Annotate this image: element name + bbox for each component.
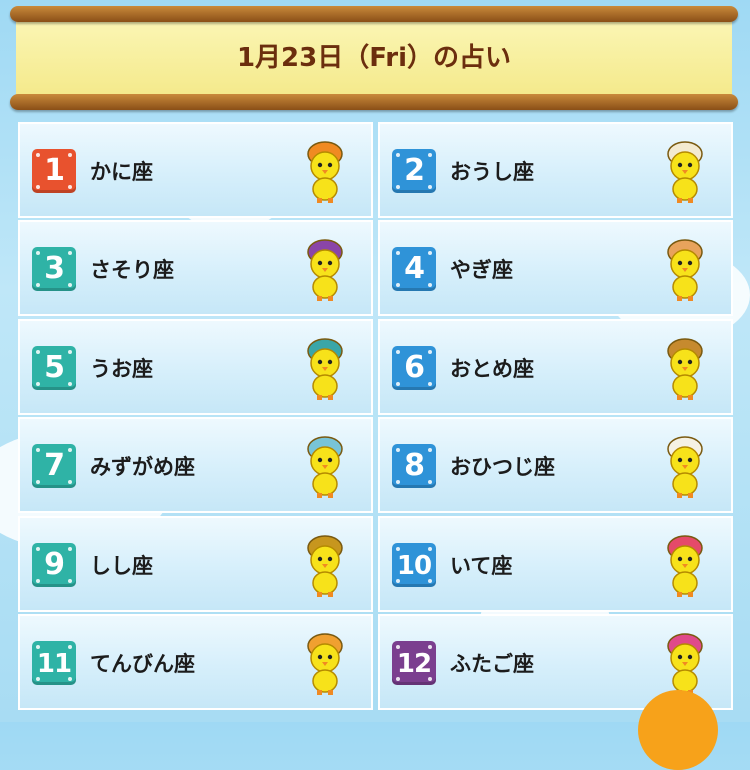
- zodiac-cell[interactable]: 11 てんびん座: [18, 613, 373, 710]
- rank-badge: 4: [392, 247, 436, 292]
- zodiac-name: おとめ座: [450, 356, 534, 381]
- rank-number: 1: [44, 153, 65, 188]
- zodiac-name: やぎ座: [450, 258, 513, 283]
- rank-badge: 9: [32, 542, 76, 587]
- scorpion-chick-icon: [307, 239, 343, 302]
- zodiac-cell[interactable]: 10 いて座: [378, 515, 733, 612]
- bull-chick-icon: [667, 141, 703, 203]
- rank-number: 3: [44, 251, 65, 287]
- rank-number: 11: [36, 648, 72, 679]
- archer-chick-icon: [667, 534, 703, 597]
- zodiac-cell[interactable]: 3 さそり座: [18, 220, 373, 317]
- lion-chick-icon: [307, 534, 343, 597]
- rank-badge: 1: [32, 149, 76, 193]
- libra-chick-icon: [307, 633, 343, 695]
- crab-chick-icon: [307, 141, 343, 203]
- zodiac-name: うお座: [90, 356, 153, 381]
- rank-badge: 8: [392, 444, 436, 489]
- rank-badge: 6: [392, 345, 436, 390]
- rank-number: 8: [404, 448, 425, 484]
- zodiac-name: かに座: [90, 160, 153, 184]
- rank-number: 7: [44, 448, 65, 484]
- rank-badge: 12: [392, 640, 436, 685]
- zodiac-cell[interactable]: 9 しし座: [18, 515, 373, 612]
- goat-chick-icon: [667, 239, 703, 302]
- zodiac-name: さそり座: [90, 258, 174, 283]
- zodiac-cell[interactable]: 8 おひつじ座: [378, 417, 733, 514]
- rank-badge: 11: [32, 640, 76, 685]
- twins-chick-icon: [667, 633, 703, 695]
- rank-badge: 10: [392, 542, 436, 587]
- rank-number: 6: [404, 349, 425, 385]
- rank-number: 2: [404, 153, 425, 188]
- zodiac-ranking-grid: 1 かに座 2 おうし座 3 さそり座 4 やぎ座 5 うお座 6 おとめ座 7 みずがめ座 8 おひつじ座 9…: [18, 122, 733, 710]
- rank-number: 10: [396, 550, 432, 581]
- rank-number: 5: [44, 349, 65, 385]
- zodiac-name: ふたご座: [450, 651, 534, 676]
- rank-number: 12: [396, 648, 432, 679]
- zodiac-name: てんびん座: [90, 651, 195, 676]
- zodiac-cell[interactable]: 4 やぎ座: [378, 220, 733, 317]
- rank-badge: 3: [32, 247, 76, 292]
- page-title: 1月23日（Fri）の占い: [236, 43, 512, 73]
- zodiac-cell[interactable]: 1 かに座: [18, 122, 373, 218]
- zodiac-cell[interactable]: 7 みずがめ座: [18, 417, 373, 514]
- zodiac-cell[interactable]: 6 おとめ座: [378, 318, 733, 415]
- rank-number: 4: [404, 251, 425, 287]
- rank-badge: 7: [32, 444, 76, 489]
- zodiac-name: いて座: [450, 553, 513, 578]
- zodiac-name: しし座: [90, 553, 153, 578]
- virgo-chick-icon: [667, 338, 703, 400]
- sun-decoration: [638, 690, 718, 770]
- aquarius-jar-icon: [307, 436, 343, 499]
- ram-chick-icon: [667, 436, 703, 499]
- title-banner: 1月23日（Fri）の占い: [10, 6, 738, 110]
- rank-badge: 2: [392, 149, 436, 193]
- zodiac-name: おうし座: [450, 160, 534, 184]
- zodiac-cell[interactable]: 2 おうし座: [378, 122, 733, 218]
- fish-chick-icon: [307, 338, 343, 400]
- rank-badge: 5: [32, 345, 76, 390]
- zodiac-name: みずがめ座: [90, 455, 195, 480]
- rank-number: 9: [44, 546, 65, 582]
- zodiac-cell[interactable]: 5 うお座: [18, 318, 373, 415]
- zodiac-name: おひつじ座: [450, 455, 555, 480]
